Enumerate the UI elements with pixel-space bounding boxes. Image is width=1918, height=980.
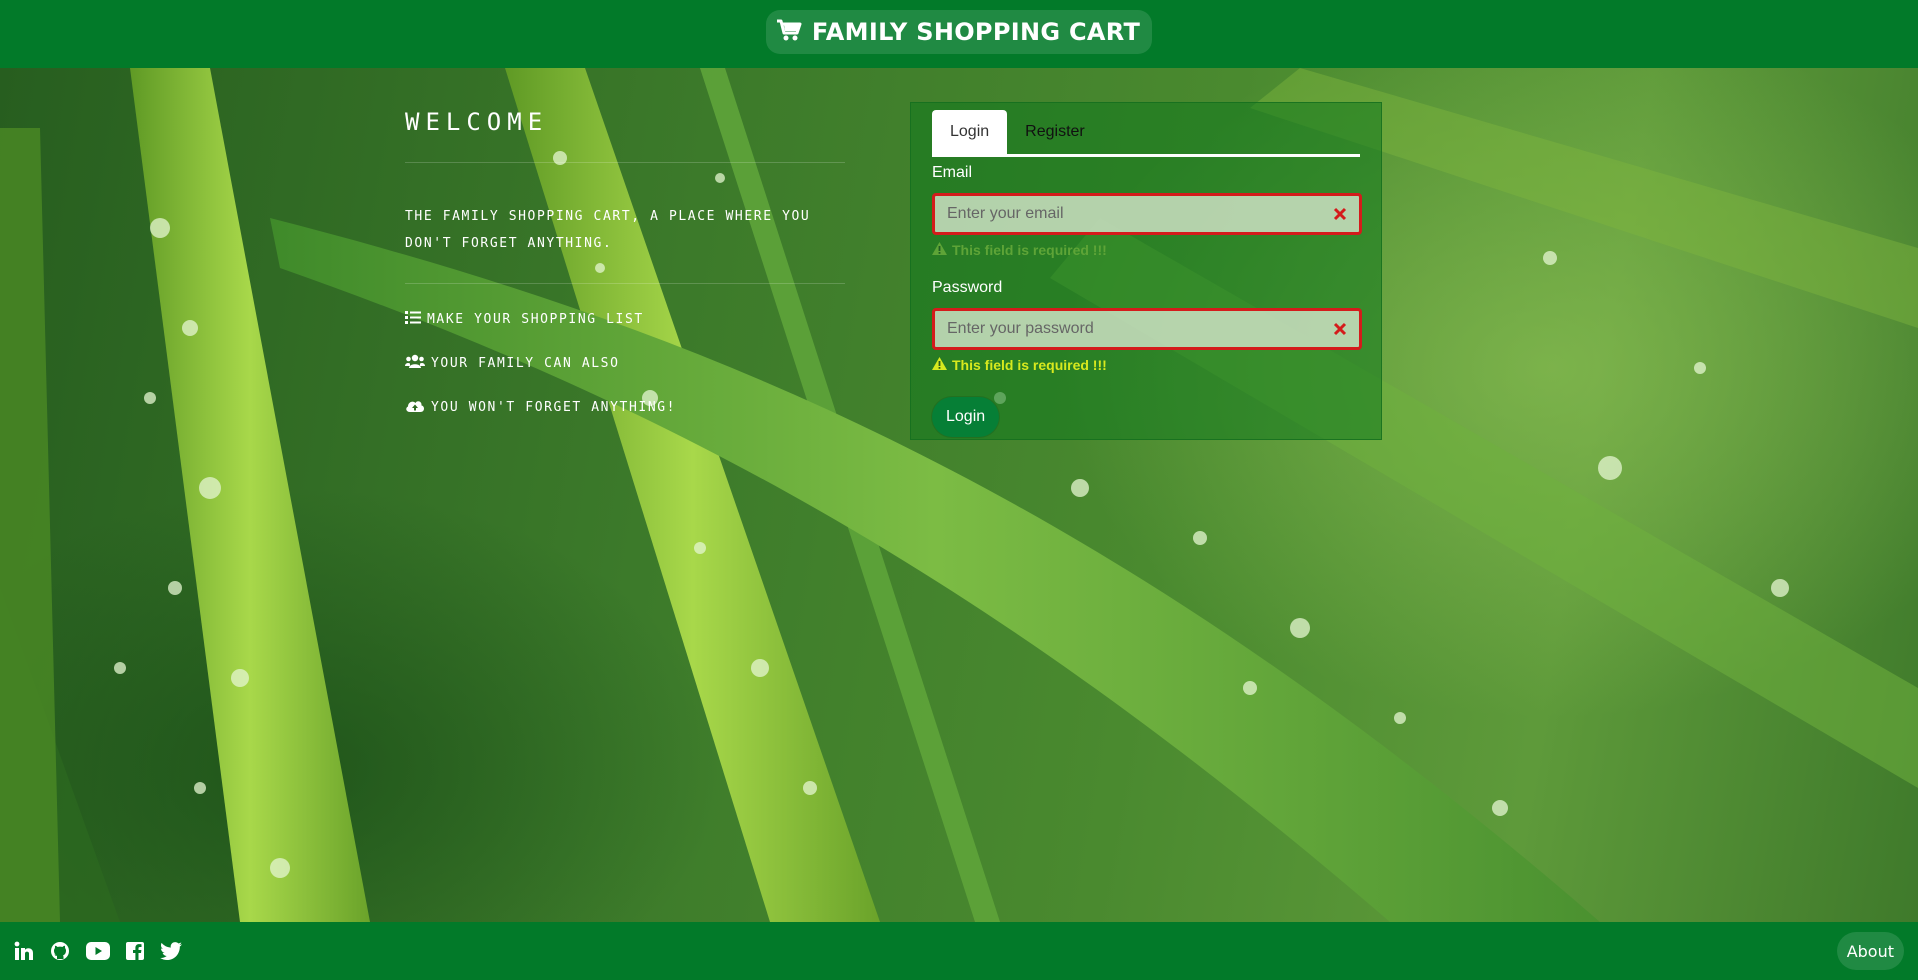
footer: About	[0, 922, 1918, 980]
list-icon	[405, 310, 421, 328]
twitter-icon[interactable]	[160, 942, 182, 960]
facebook-icon[interactable]	[126, 942, 144, 960]
linkedin-icon[interactable]	[14, 941, 34, 961]
feature-label: Make your shopping list	[427, 311, 644, 327]
youtube-icon[interactable]	[86, 942, 110, 960]
top-navbar: Family Shopping Cart	[0, 0, 1918, 68]
password-input-wrapper	[932, 308, 1362, 350]
error-x-icon	[1333, 207, 1347, 226]
welcome-section: Welcome The family shopping cart, a plac…	[405, 108, 845, 417]
warning-icon	[932, 357, 947, 373]
feature-reminder: You won't forget anything!	[405, 398, 845, 417]
password-error-text: This field is required !!!	[952, 357, 1107, 373]
password-field[interactable]	[935, 311, 1359, 347]
feature-label: Your family can also	[431, 355, 620, 371]
auth-tabs: Login Register	[932, 109, 1360, 157]
error-x-icon	[1333, 322, 1347, 341]
app-title: Family Shopping Cart	[811, 18, 1141, 46]
github-icon[interactable]	[50, 941, 70, 961]
about-button[interactable]: About	[1836, 932, 1904, 970]
welcome-heading: Welcome	[405, 108, 845, 163]
login-button[interactable]: Login	[932, 397, 1000, 437]
email-error-text: This field is required !!!	[952, 242, 1107, 258]
brand-link[interactable]: Family Shopping Cart	[765, 10, 1153, 54]
email-field[interactable]	[935, 196, 1359, 232]
welcome-description: The family shopping cart, a place where …	[405, 203, 845, 284]
email-label: Email	[932, 164, 973, 181]
cloud-upload-icon	[405, 398, 425, 417]
tab-login[interactable]: Login	[932, 110, 1008, 154]
password-error: This field is required !!!	[932, 357, 1360, 373]
users-icon	[405, 354, 425, 372]
shopping-cart-icon	[776, 18, 802, 47]
email-input-wrapper	[932, 193, 1362, 235]
email-error: This field is required !!!	[932, 242, 1360, 258]
feature-label: You won't forget anything!	[431, 400, 677, 415]
social-links	[14, 941, 182, 961]
feature-family: Your family can also	[405, 354, 845, 372]
auth-panel: Login Register Email This field is requi…	[910, 102, 1382, 440]
feature-shopping-list: Make your shopping list	[405, 310, 845, 328]
tab-register[interactable]: Register	[1007, 110, 1103, 154]
password-label: Password	[932, 279, 1003, 296]
warning-icon	[932, 242, 947, 258]
